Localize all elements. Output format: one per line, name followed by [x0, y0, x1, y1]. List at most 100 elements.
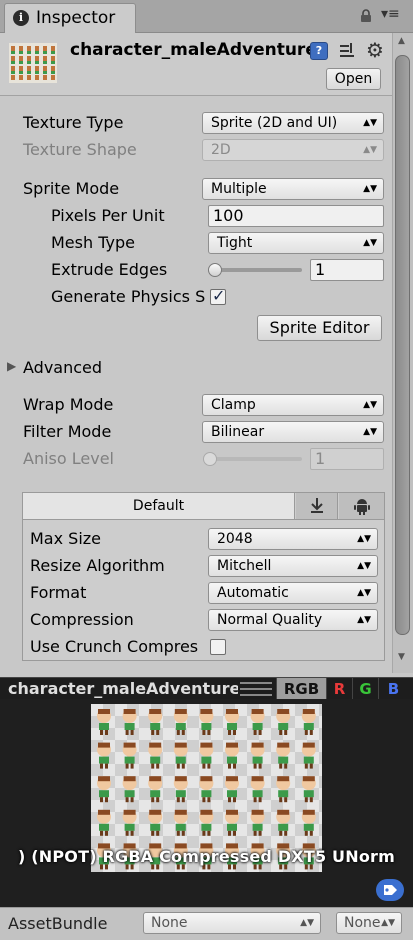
- advanced-foldout[interactable]: Advanced: [23, 356, 102, 380]
- menu-icon[interactable]: ▾≡: [381, 6, 400, 22]
- sprite-frame-part: [302, 709, 315, 714]
- sprite-frame-part: [151, 830, 155, 836]
- preview-toolbar: character_maleAdventurer RGB R G B: [0, 677, 413, 700]
- gear-icon[interactable]: ⚙: [366, 38, 384, 62]
- sprite-sheet-thumbnail: [9, 43, 57, 83]
- aniso-level-label: Aniso Level: [23, 449, 114, 468]
- sprite-frame-part: [98, 776, 110, 782]
- sprite-frame-part: [228, 830, 231, 836]
- vertical-scrollbar[interactable]: ▲ ▼: [392, 33, 413, 673]
- sprite-frame-part: [304, 830, 308, 836]
- asset-bundle-variant-dropdown[interactable]: None ▲▼: [336, 912, 402, 934]
- sprite-frame-part: [151, 730, 155, 735]
- sprite-frame-part: [130, 797, 134, 803]
- generate-physics-label: Generate Physics S: [51, 287, 206, 306]
- mesh-type-dropdown[interactable]: Tight ▲▼: [208, 232, 384, 254]
- channel-b-button[interactable]: B: [378, 678, 408, 700]
- sprite-frame-part: [228, 763, 231, 769]
- max-size-dropdown[interactable]: 2048 ▲▼: [208, 528, 378, 550]
- scroll-down-icon[interactable]: ▼: [398, 652, 405, 662]
- preview-title: character_maleAdventurer: [8, 679, 238, 698]
- sprite-frame-part: [251, 742, 264, 748]
- filter-mode-dropdown[interactable]: Bilinear ▲▼: [202, 421, 384, 443]
- dropdown-arrow-icon: ▲▼: [363, 400, 377, 410]
- use-crunch-label: Use Crunch Compres: [30, 637, 199, 656]
- preset-icon[interactable]: [339, 42, 355, 60]
- sprite-frame-part: [105, 830, 108, 836]
- resize-algorithm-label: Resize Algorithm: [30, 556, 165, 575]
- sprite-frame-part: [201, 723, 212, 730]
- tab-default[interactable]: Default: [23, 493, 295, 519]
- tab-standalone[interactable]: [296, 493, 338, 519]
- sprite-frame-part: [207, 797, 211, 803]
- extrude-edges-slider-track[interactable]: [210, 268, 302, 272]
- sprite-frame-part: [200, 742, 213, 748]
- texture-type-dropdown[interactable]: Sprite (2D and UI) ▲▼: [202, 112, 384, 134]
- download-icon: [310, 498, 323, 513]
- asset-name: character_maleAdventurer: [70, 40, 310, 60]
- scroll-up-icon[interactable]: ▲: [398, 36, 405, 46]
- extrude-edges-slider-thumb[interactable]: [208, 263, 222, 277]
- texture-shape-label: Texture Shape: [23, 140, 137, 159]
- sprite-frame-part: [201, 756, 212, 764]
- tab-android[interactable]: [339, 493, 384, 519]
- compression-dropdown[interactable]: Normal Quality ▲▼: [208, 609, 378, 631]
- tab-inspector[interactable]: i Inspector: [4, 3, 136, 33]
- mesh-type-value: Tight: [217, 235, 253, 251]
- wrap-mode-dropdown[interactable]: Clamp ▲▼: [202, 394, 384, 416]
- sprite-mode-dropdown[interactable]: Multiple ▲▼: [202, 178, 384, 200]
- pixels-per-unit-field[interactable]: 100: [208, 205, 384, 227]
- asset-labels-button[interactable]: [376, 879, 404, 901]
- resize-algorithm-dropdown[interactable]: Mitchell ▲▼: [208, 555, 378, 577]
- sprite-frame-part: [100, 830, 103, 836]
- sprite-frame-part: [228, 730, 231, 735]
- help-icon[interactable]: ?: [310, 42, 328, 60]
- sprite-frame-part: [303, 823, 314, 831]
- sprite-frame-part: [252, 823, 263, 831]
- extrude-edges-field[interactable]: 1: [310, 259, 384, 281]
- channel-g-button[interactable]: G: [352, 678, 378, 700]
- generate-physics-checkbox[interactable]: ✓: [210, 286, 226, 305]
- channel-rgb-button[interactable]: RGB: [276, 678, 326, 700]
- sprite-frame-part: [277, 809, 290, 815]
- sprite-frame-part: [125, 730, 129, 735]
- tab-inspector-label: Inspector: [36, 8, 116, 28]
- window-tab-bar: i Inspector ▾≡: [0, 0, 413, 33]
- sprite-frame-part: [181, 763, 185, 769]
- sprite-frame-part: [277, 776, 290, 782]
- sprite-frame-part: [202, 830, 206, 836]
- sprite-frame-part: [175, 723, 186, 730]
- sprite-frame-part: [100, 763, 103, 769]
- format-value: Automatic: [217, 585, 289, 601]
- scrollbar-thumb[interactable]: [395, 55, 410, 635]
- foldout-arrow-icon[interactable]: ▶: [7, 359, 16, 373]
- channel-r-button[interactable]: R: [326, 678, 352, 700]
- open-button[interactable]: Open: [326, 68, 381, 90]
- sprite-frame-part: [123, 809, 136, 815]
- sprite-frame-part: [226, 742, 238, 748]
- max-size-label: Max Size: [30, 529, 102, 548]
- sprite-frame-part: [99, 756, 109, 764]
- texture-shape-dropdown: 2D ▲▼: [202, 139, 384, 161]
- sprite-frame-part: [100, 797, 103, 803]
- sprite-mode-label: Sprite Mode: [23, 179, 120, 198]
- asset-bundle-name-dropdown[interactable]: None ▲▼: [143, 912, 321, 934]
- sprite-frame-part: [100, 730, 103, 735]
- sprite-frame-part: [226, 776, 238, 782]
- sprite-frame-part: [124, 756, 135, 764]
- sprite-frame-part: [200, 776, 213, 782]
- sprite-editor-button[interactable]: Sprite Editor: [257, 315, 382, 341]
- sprite-frame-part: [309, 730, 313, 735]
- lock-icon[interactable]: [360, 8, 372, 27]
- sprite-frame-part: [174, 809, 187, 815]
- texture-type-label: Texture Type: [23, 113, 124, 132]
- sprite-frame-part: [251, 709, 264, 714]
- drag-handle-icon[interactable]: [240, 682, 272, 696]
- dropdown-arrow-icon: ▲▼: [363, 145, 377, 155]
- format-dropdown[interactable]: Automatic ▲▼: [208, 582, 378, 604]
- sprite-frame-part: [302, 809, 315, 815]
- sprite-frame-part: [226, 809, 238, 815]
- sprite-frame-part: [124, 723, 135, 730]
- use-crunch-checkbox[interactable]: [210, 639, 226, 655]
- sprite-frame-part: [252, 756, 263, 764]
